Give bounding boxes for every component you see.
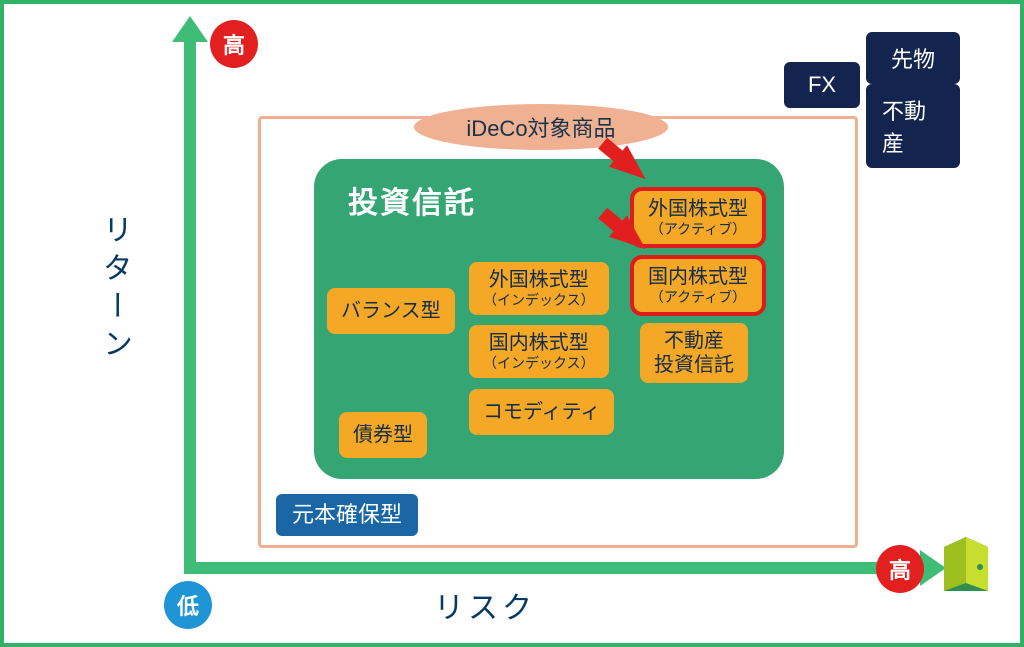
chip-line1: 不動産 xyxy=(664,329,724,353)
chip-reit: 不動産 投資信託 xyxy=(640,323,748,383)
chip-foreign-stock-index: 外国株式型 （インデックス） xyxy=(469,262,609,315)
chip-balance: バランス型 xyxy=(327,288,455,334)
chip-sub: （アクティブ） xyxy=(650,289,746,306)
chip-title: 外国株式型 xyxy=(648,197,748,221)
origin-low-badge: 低 xyxy=(164,581,212,629)
chip-sub: （インデックス） xyxy=(483,355,595,372)
chip-line2: 投資信託 xyxy=(654,353,734,377)
chip-domestic-stock-active: 国内株式型 （アクティブ） xyxy=(630,255,766,316)
y-high-badge: 高 xyxy=(210,20,258,68)
door-icon xyxy=(940,535,992,593)
chip-sub: （インデックス） xyxy=(483,292,595,309)
x-high-badge: 高 xyxy=(876,545,924,593)
chip-realestate: 不動産 xyxy=(866,84,960,168)
chip-fx: FX xyxy=(784,62,860,108)
chip-domestic-stock-index: 国内株式型 （インデックス） xyxy=(469,325,609,378)
y-axis xyxy=(184,38,196,568)
x-axis-label: リスク xyxy=(434,583,536,627)
chip-title: 国内株式型 xyxy=(489,331,589,355)
chip-commodity: コモディティ xyxy=(469,389,614,435)
chip-futures: 先物 xyxy=(866,32,960,84)
investment-trust-title: 投資信託 xyxy=(348,178,476,222)
chip-title: 国内株式型 xyxy=(648,265,748,289)
x-axis xyxy=(184,562,924,574)
chip-sub: （アクティブ） xyxy=(650,221,746,238)
y-axis-label: リターン xyxy=(92,214,136,366)
chip-title: 外国株式型 xyxy=(489,268,589,292)
chip-bond: 債券型 xyxy=(339,412,427,458)
ideco-label: iDeCo対象商品 xyxy=(414,104,668,150)
chip-principal-guaranteed: 元本確保型 xyxy=(276,494,418,536)
